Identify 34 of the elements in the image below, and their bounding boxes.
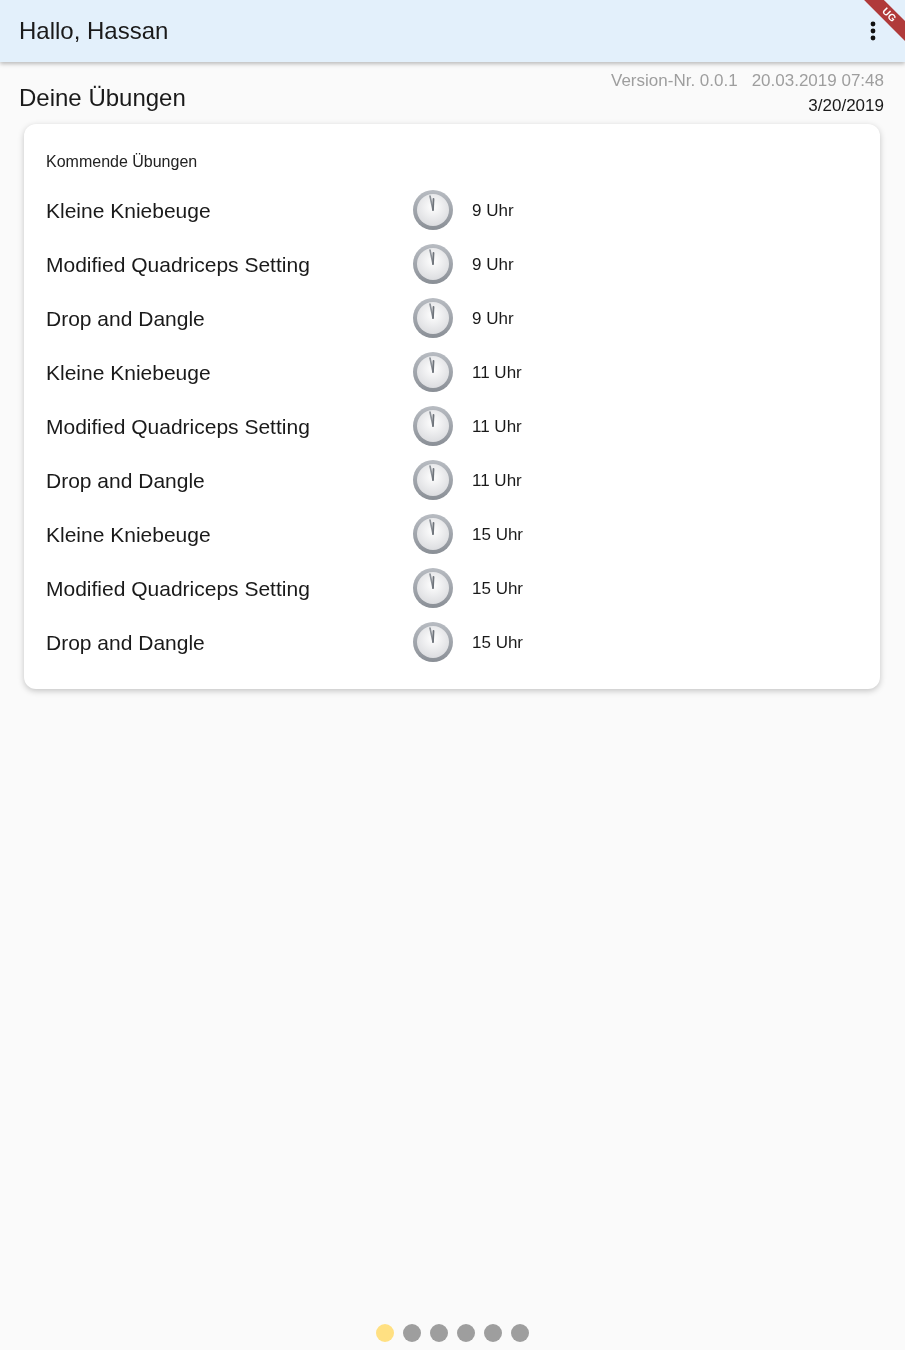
timestamp-label: 20.03.2019 07:48 (751, 72, 884, 89)
clock-icon (413, 568, 453, 608)
clock-icon (413, 298, 453, 338)
exercise-name: Kleine Kniebeuge (46, 361, 212, 383)
exercise-name: Drop and Dangle (46, 469, 206, 491)
exercise-time: 15 Uhr (472, 579, 524, 597)
more-vertical-icon (870, 21, 876, 41)
exercise-time: 9 Uhr (472, 201, 514, 219)
exercise-time: 11 Uhr (472, 363, 522, 381)
exercise-name: Kleine Kniebeuge (46, 199, 212, 221)
exercise-name: Drop and Dangle (46, 631, 206, 653)
exercise-time: 15 Uhr (472, 633, 524, 651)
app-title: Hallo, Hassan (19, 19, 169, 43)
section-title: Deine Übungen (19, 86, 186, 110)
exercise-name: Modified Quadriceps Setting (46, 253, 311, 275)
clock-icon (413, 622, 453, 662)
exercise-name: Modified Quadriceps Setting (46, 577, 311, 599)
card-title: Kommende Übungen (46, 154, 198, 170)
clock-icon (413, 460, 453, 500)
exercise-name: Modified Quadriceps Setting (46, 415, 311, 437)
clock-icon (413, 514, 453, 554)
version-label: Version-Nr. 0.0.1 (611, 72, 738, 89)
clock-icon (413, 244, 453, 284)
exercise-time: 9 Uhr (472, 309, 514, 327)
exercise-time: 9 Uhr (472, 255, 514, 273)
exercise-time: 15 Uhr (472, 525, 524, 543)
clock-icon (413, 190, 453, 230)
clock-icon (413, 406, 453, 446)
exercise-time: 11 Uhr (472, 417, 522, 435)
exercise-time: 11 Uhr (472, 471, 522, 489)
exercise-name: Drop and Dangle (46, 307, 206, 329)
date-label: 3/20/2019 (808, 97, 884, 114)
clock-icon (413, 352, 453, 392)
exercise-name: Kleine Kniebeuge (46, 523, 212, 545)
